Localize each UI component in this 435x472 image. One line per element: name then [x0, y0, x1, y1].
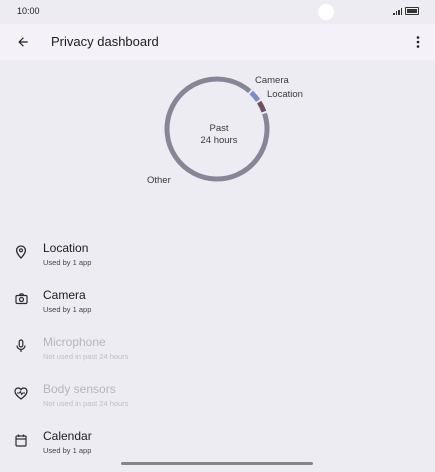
status-icons: [393, 7, 419, 15]
permission-subtitle: Used by 1 app: [43, 446, 92, 455]
page-title: Privacy dashboard: [51, 34, 159, 49]
back-button[interactable]: [12, 31, 34, 53]
chart-label-camera: Camera: [255, 75, 289, 86]
more-vert-icon: [416, 36, 420, 48]
permission-subtitle: Used by 1 app: [43, 305, 92, 314]
permission-item-microphone[interactable]: Microphone Not used in past 24 hours: [0, 325, 435, 365]
arrow-back-icon: [18, 37, 28, 47]
more-options-button[interactable]: [411, 31, 425, 53]
permission-name: Calendar: [43, 429, 92, 443]
chart-center-label-line2: 24 hours: [200, 135, 238, 146]
permission-item-calendar[interactable]: Calendar Used by 1 app: [0, 419, 435, 459]
front-camera-cutout: [318, 4, 334, 20]
donut-slice-camera[interactable]: [249, 90, 261, 103]
permission-subtitle: Not used in past 24 hours: [43, 399, 129, 408]
battery-icon: [405, 7, 419, 15]
status-time: 10:00: [17, 6, 40, 16]
status-bar: 10:00: [0, 0, 435, 24]
chart-label-location: Location: [267, 89, 303, 100]
permission-item-location[interactable]: Location Used by 1 app: [0, 231, 435, 271]
heart-pulse-icon: [14, 386, 28, 400]
chart-label-other: Other: [147, 175, 171, 186]
calendar-icon: [14, 433, 28, 447]
permission-subtitle: Not used in past 24 hours: [43, 352, 129, 361]
permission-item-body-sensors[interactable]: Body sensors Not used in past 24 hours: [0, 372, 435, 412]
permission-item-camera[interactable]: Camera Used by 1 app: [0, 278, 435, 318]
gesture-navigation-bar[interactable]: [121, 462, 313, 465]
donut-slice-location[interactable]: [257, 100, 267, 113]
camera-icon: [14, 292, 28, 306]
permission-name: Camera: [43, 288, 86, 302]
permission-subtitle: Used by 1 app: [43, 258, 92, 267]
signal-icon: [393, 7, 402, 15]
microphone-icon: [14, 339, 28, 353]
permission-name: Body sensors: [43, 382, 116, 396]
permission-name: Location: [43, 241, 89, 255]
app-bar: Privacy dashboard: [0, 24, 435, 60]
location-pin-icon: [14, 245, 28, 259]
chart-center-label-line1: Past: [209, 123, 229, 134]
permission-name: Microphone: [43, 335, 106, 349]
